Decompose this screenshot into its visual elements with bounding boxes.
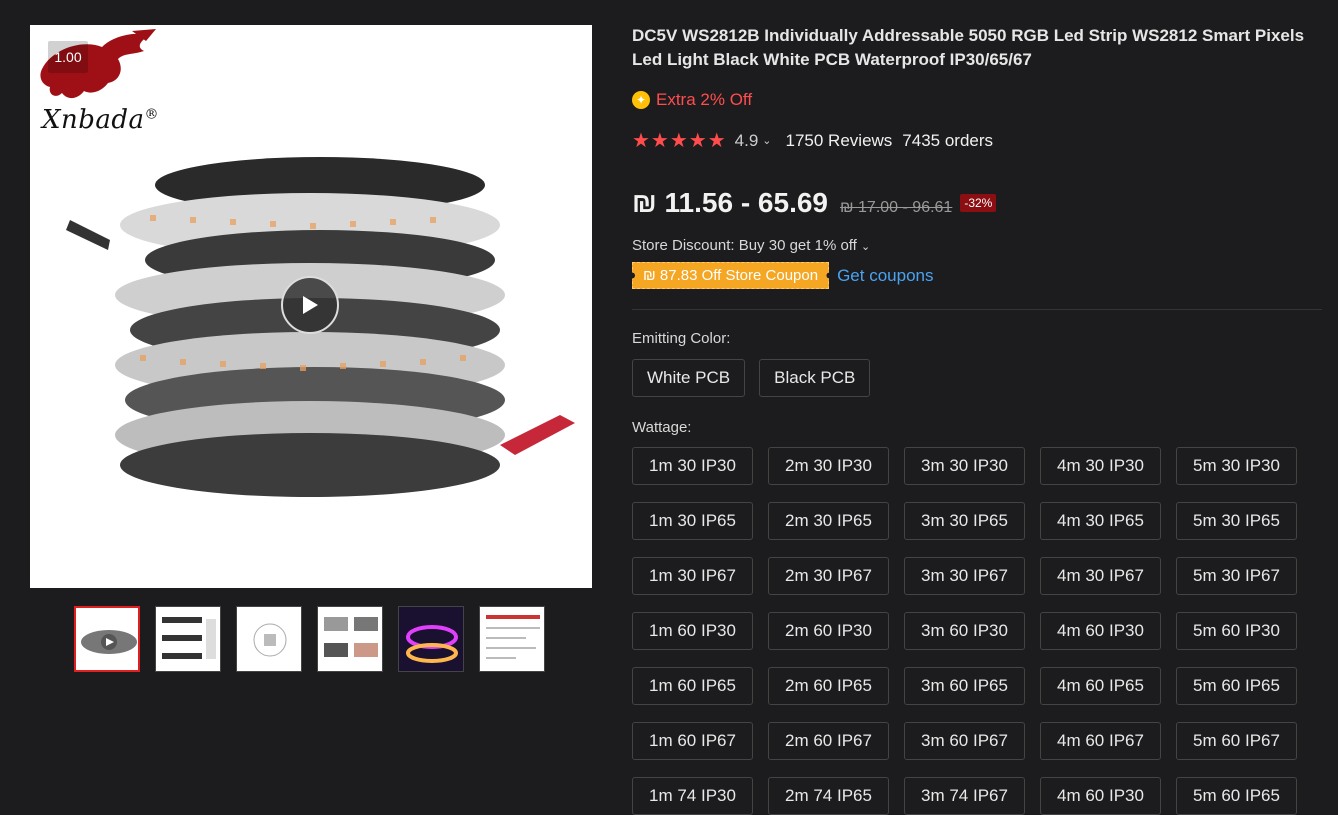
orders-count: 7435 orders — [902, 130, 994, 150]
thumbnail-4[interactable] — [317, 606, 383, 672]
price-row: ₪ 11.56 - 65.69 ₪ 17.00 - 96.61 -32% — [632, 187, 1322, 219]
store-discount-label: Store Discount: Buy 30 get 1% off — [632, 237, 857, 254]
reviews-link[interactable]: 1750 Reviews — [786, 131, 893, 151]
thumbnail-1[interactable] — [74, 606, 140, 672]
wattage-option[interactable]: 4m 30 IP65 — [1040, 502, 1161, 540]
wattage-option[interactable]: 2m 30 IP30 — [768, 447, 889, 485]
play-video-button[interactable] — [281, 276, 339, 334]
product-title: DC5V WS2812B Individually Addressable 50… — [632, 26, 1305, 69]
wattage-option[interactable]: 3m 60 IP65 — [904, 667, 1025, 705]
emitting-color-label: Emitting Color: — [632, 330, 731, 347]
discount-badge: -32% — [960, 194, 997, 212]
wattage-option[interactable]: 1m 74 IP30 — [632, 777, 753, 815]
get-coupons-link[interactable]: Get coupons — [837, 266, 933, 286]
wattage-option[interactable]: 2m 60 IP67 — [768, 722, 889, 760]
wattage-option[interactable]: 3m 30 IP67 — [904, 557, 1025, 595]
thumbnail-5[interactable] — [398, 606, 464, 672]
coin-icon: ✦ — [632, 91, 650, 109]
coupon-row: ₪ 87.83 Off Store Coupon Get coupons — [632, 262, 1322, 289]
store-discount[interactable]: Store Discount: Buy 30 get 1% off ⌄ — [632, 237, 1322, 254]
thumbnail-6[interactable] — [479, 606, 545, 672]
wattage-option[interactable]: 4m 30 IP67 — [1040, 557, 1161, 595]
wattage-option[interactable]: 5m 60 IP67 — [1176, 722, 1297, 760]
wattage-option[interactable]: 5m 30 IP65 — [1176, 502, 1297, 540]
wattage-option[interactable]: 1m 30 IP67 — [632, 557, 753, 595]
current-price: ₪ 11.56 - 65.69 — [632, 187, 828, 218]
wattage-option[interactable]: 3m 30 IP65 — [904, 502, 1025, 540]
original-price: ₪ 17.00 - 96.61 — [840, 199, 953, 216]
wattage-option[interactable]: 4m 60 IP65 — [1040, 667, 1161, 705]
wattage-option[interactable]: 2m 60 IP65 — [768, 667, 889, 705]
wattage-option[interactable]: 3m 74 IP67 — [904, 777, 1025, 815]
thumbnail-strip — [74, 606, 592, 672]
emitting-color-options: White PCB Black PCB — [632, 359, 1322, 397]
wattage-option[interactable]: 5m 60 IP65 — [1176, 777, 1297, 815]
wattage-option[interactable]: 2m 30 IP65 — [768, 502, 889, 540]
extra-discount: ✦ Extra 2% Off — [632, 90, 1322, 110]
extra-discount-label: Extra 2% Off — [656, 90, 753, 109]
store-coupon-badge: ₪ 87.83 Off Store Coupon — [632, 262, 830, 289]
thumbnail-3[interactable] — [236, 606, 302, 672]
wattage-option[interactable]: 2m 74 IP65 — [768, 777, 889, 815]
wattage-options: 1m 30 IP30 2m 30 IP30 3m 30 IP30 4m 30 IP30… — [632, 447, 1322, 815]
wattage-option[interactable]: 5m 30 IP67 — [1176, 557, 1297, 595]
wattage-option[interactable]: 5m 30 IP30 — [1176, 447, 1297, 485]
chevron-down-icon[interactable]: ⌄ — [762, 134, 771, 147]
wattage-option[interactable]: 1m 30 IP65 — [632, 502, 753, 540]
wattage-option[interactable]: 2m 30 IP67 — [768, 557, 889, 595]
wattage-option[interactable]: 2m 60 IP30 — [768, 612, 889, 650]
wattage-option[interactable]: 4m 60 IP30 — [1040, 777, 1161, 815]
wattage-option[interactable]: 4m 60 IP30 — [1040, 612, 1161, 650]
star-rating-icon: ★★★★★ — [632, 130, 727, 152]
wattage-option[interactable]: 3m 30 IP30 — [904, 447, 1025, 485]
wattage-option[interactable]: 4m 60 IP67 — [1040, 722, 1161, 760]
main-product-image[interactable]: 1.00 Xnbada® — [30, 25, 592, 588]
play-icon — [303, 296, 318, 314]
wattage-option[interactable]: 1m 60 IP30 — [632, 612, 753, 650]
rating-row: ★★★★★ 4.9 ⌄ 1750 Reviews 7435 orders — [632, 128, 1322, 153]
wattage-option[interactable]: 1m 30 IP30 — [632, 447, 753, 485]
product-info: DC5V WS2812B Individually Addressable 50… — [632, 24, 1322, 815]
wattage-label: Wattage: — [632, 419, 692, 436]
rating-score[interactable]: 4.9 — [735, 131, 759, 151]
thumbnail-2[interactable] — [155, 606, 221, 672]
divider — [632, 309, 1322, 310]
color-option-black-pcb[interactable]: Black PCB — [759, 359, 871, 397]
wattage-option[interactable]: 4m 30 IP30 — [1040, 447, 1161, 485]
wattage-option[interactable]: 5m 60 IP30 — [1176, 612, 1297, 650]
wattage-option[interactable]: 3m 60 IP67 — [904, 722, 1025, 760]
chevron-down-icon: ⌄ — [861, 241, 871, 253]
wattage-option[interactable]: 1m 60 IP65 — [632, 667, 753, 705]
wattage-option[interactable]: 3m 60 IP30 — [904, 612, 1025, 650]
wattage-option[interactable]: 1m 60 IP67 — [632, 722, 753, 760]
product-gallery: 1.00 Xnbada® — [30, 25, 592, 672]
color-option-white-pcb[interactable]: White PCB — [632, 359, 746, 397]
wattage-option[interactable]: 5m 60 IP65 — [1176, 667, 1297, 705]
